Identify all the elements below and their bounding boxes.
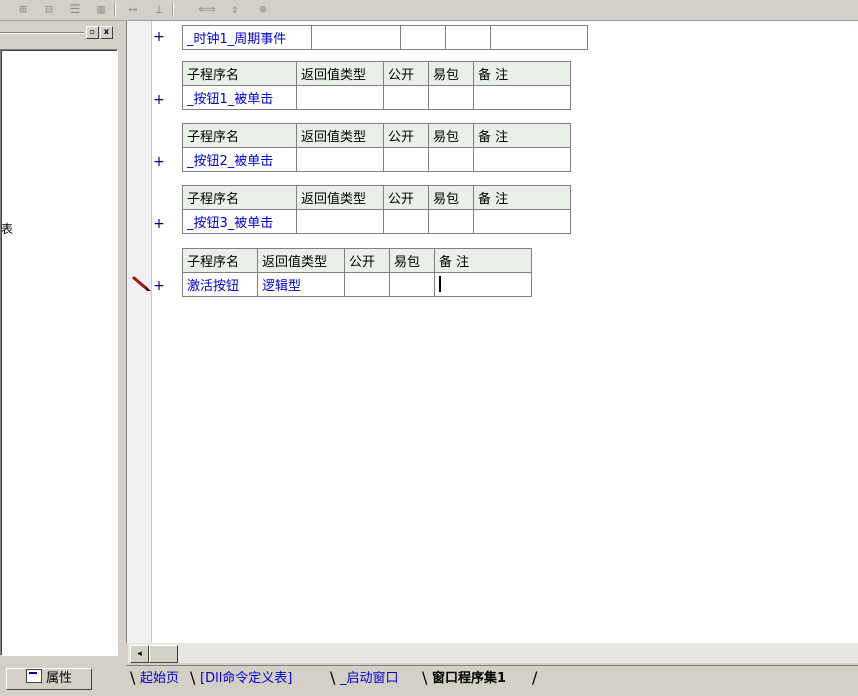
tab-separator: \: [130, 668, 136, 687]
note-cell[interactable]: [473, 85, 571, 110]
tab-separator: \: [190, 668, 196, 687]
align-top-button[interactable]: ☰: [66, 1, 84, 17]
column-header: 备 注: [473, 185, 571, 210]
return-type-cell[interactable]: [296, 85, 384, 110]
toolbar: ⊞ ⊟ ☰ ▥ ⟷ ⊥ ⟺ ⇕ ⊕: [0, 0, 858, 21]
tab-window-assembly[interactable]: 窗口程序集1: [432, 669, 506, 689]
column-header: 返回值类型: [296, 123, 384, 148]
column-header: 返回值类型: [296, 185, 384, 210]
tab-separator: /: [532, 668, 538, 687]
horizontal-scrollbar[interactable]: ◂: [128, 643, 858, 663]
properties-tab[interactable]: 属性: [6, 668, 92, 690]
return-type-cell[interactable]: [296, 147, 384, 172]
subroutine-table: 子程序名 返回值类型 公开 易包 备 注 _按钮3_被单击: [182, 185, 571, 234]
column-header: 易包: [389, 248, 435, 273]
column-header: 子程序名: [182, 61, 297, 86]
column-header: 易包: [428, 61, 474, 86]
space-horizontal-button[interactable]: ⟷: [124, 1, 142, 17]
panel-header: ▫ x: [0, 25, 120, 39]
expand-plus[interactable]: +: [151, 91, 167, 109]
subroutine-table: 子程序名 返回值类型 公开 易包 备 注 _按钮2_被单击: [182, 123, 571, 172]
toolbar-separator: [114, 2, 116, 17]
column-header: 备 注: [434, 248, 532, 273]
expand-plus[interactable]: +: [151, 215, 167, 233]
subroutine-name-cell[interactable]: _时钟1_周期事件: [182, 25, 312, 50]
public-cell[interactable]: [383, 85, 429, 110]
column-header: 公开: [383, 185, 429, 210]
column-header: 公开: [383, 61, 429, 86]
tree-item-label[interactable]: 表: [1, 220, 13, 237]
note-cell[interactable]: [473, 209, 571, 234]
column-header: 公开: [383, 123, 429, 148]
empty-cell[interactable]: [400, 25, 446, 50]
easy-pack-cell[interactable]: [428, 209, 474, 234]
column-header: 子程序名: [182, 123, 297, 148]
subroutine-table-active: 子程序名 返回值类型 公开 易包 备 注 激活按钮 逻辑型: [182, 248, 532, 297]
subroutine-name-cell[interactable]: _按钮2_被单击: [182, 147, 297, 172]
public-cell[interactable]: [383, 147, 429, 172]
editor-gutter: [127, 21, 152, 643]
return-type-cell[interactable]: [296, 209, 384, 234]
expand-plus[interactable]: +: [151, 28, 167, 46]
pencil-icon: [132, 276, 151, 291]
tab-separator: \: [330, 668, 336, 687]
column-header: 子程序名: [182, 248, 258, 273]
scroll-thumb[interactable]: [149, 645, 178, 663]
subroutine-table: 子程序名 返回值类型 公开 易包 备 注 _按钮1_被单击: [182, 61, 571, 110]
subroutine-name-cell[interactable]: 激活按钮: [182, 272, 258, 297]
column-header: 子程序名: [182, 185, 297, 210]
tab-dll-commands[interactable]: [Dll命令定义表]: [200, 669, 292, 689]
panel-close-button[interactable]: x: [100, 26, 113, 39]
left-panel: ▫ x 表: [0, 21, 124, 661]
column-header: 备 注: [473, 61, 571, 86]
empty-cell[interactable]: [490, 25, 588, 50]
panel-restore-button[interactable]: ▫: [86, 26, 99, 39]
document-tabs: \ 起始页 \ [Dll命令定义表] \ _启动窗口 \ 窗口程序集1 /: [126, 665, 858, 696]
properties-icon: [25, 669, 42, 683]
tab-startup-window[interactable]: _启动窗口: [340, 669, 399, 689]
easy-pack-cell[interactable]: [389, 272, 435, 297]
text-cursor: [439, 276, 441, 292]
project-tree[interactable]: 表: [0, 49, 118, 656]
expand-plus[interactable]: +: [151, 277, 167, 295]
timer-event-table: _时钟1_周期事件: [182, 25, 588, 50]
subroutine-name-cell[interactable]: _按钮3_被单击: [182, 209, 297, 234]
align-left-button[interactable]: ⊞: [14, 1, 32, 17]
empty-cell[interactable]: [445, 25, 491, 50]
toolbar-separator: [172, 2, 174, 17]
column-header: 易包: [428, 185, 474, 210]
public-cell[interactable]: [344, 272, 390, 297]
space-vertical-button[interactable]: ⊥: [150, 1, 168, 17]
easy-pack-cell[interactable]: [428, 147, 474, 172]
subroutine-name-cell[interactable]: _按钮1_被单击: [182, 85, 297, 110]
align-center-button[interactable]: ⊟: [40, 1, 58, 17]
public-cell[interactable]: [383, 209, 429, 234]
return-type-cell[interactable]: 逻辑型: [257, 272, 345, 297]
panel-grip[interactable]: [0, 32, 84, 34]
expand-plus[interactable]: +: [151, 153, 167, 171]
tab-separator: \: [422, 668, 428, 687]
empty-cell[interactable]: [311, 25, 401, 50]
align-middle-button[interactable]: ▥: [92, 1, 110, 17]
properties-tab-label: 属性: [45, 671, 72, 686]
code-editor[interactable]: + _时钟1_周期事件 子程序名 返回值类型 公开 易包 备 注 _按钮1_被单…: [126, 21, 858, 643]
same-width-button[interactable]: ⟺: [198, 1, 216, 17]
easy-pack-cell[interactable]: [428, 85, 474, 110]
column-header: 返回值类型: [257, 248, 345, 273]
same-height-button[interactable]: ⇕: [226, 1, 244, 17]
same-size-button[interactable]: ⊕: [254, 1, 272, 17]
note-cell[interactable]: [473, 147, 571, 172]
tab-start-page[interactable]: 起始页: [140, 669, 179, 689]
column-header: 返回值类型: [296, 61, 384, 86]
column-header: 备 注: [473, 123, 571, 148]
column-header: 易包: [428, 123, 474, 148]
note-cell-editing[interactable]: [434, 272, 532, 297]
scroll-left-button[interactable]: ◂: [130, 645, 149, 663]
column-header: 公开: [344, 248, 390, 273]
